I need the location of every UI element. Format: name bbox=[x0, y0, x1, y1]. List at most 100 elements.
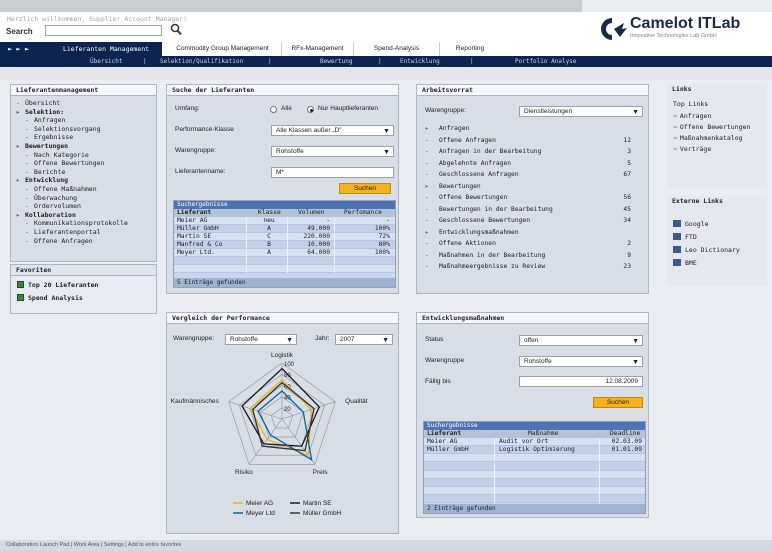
table-row[interactable] bbox=[424, 495, 645, 504]
cell-volume: 64.000 bbox=[307, 249, 330, 256]
table-row[interactable] bbox=[174, 265, 395, 273]
arrow-icon: ⇒ bbox=[673, 145, 677, 153]
sidebar-item[interactable]: - Ergebnisse bbox=[25, 133, 73, 141]
table-row[interactable]: Manfred & Co B 10.000 80% bbox=[174, 241, 395, 249]
top-link[interactable]: ⇒ Maßnahmenkatalog bbox=[673, 134, 743, 142]
sidebar-item[interactable]: ▸ Selektion: bbox=[16, 108, 64, 116]
external-link[interactable]: FTD bbox=[673, 233, 697, 241]
workload-count: 56 bbox=[623, 194, 631, 201]
workload-warengruppe-select[interactable]: Dienstleistungen ▼ bbox=[519, 106, 643, 117]
sidebar-item[interactable]: ▸ Entwicklung bbox=[16, 176, 68, 184]
table-row[interactable] bbox=[174, 257, 395, 265]
search-icon[interactable] bbox=[170, 23, 182, 36]
radio-main-suppliers[interactable] bbox=[307, 106, 314, 113]
arrow-icon: ⇒ bbox=[673, 134, 677, 142]
favorite-item[interactable]: Top 20 Lieferanten bbox=[17, 281, 98, 289]
warengruppe-select[interactable]: Rohstoffe ▼ bbox=[271, 146, 394, 157]
dev-search-button[interactable]: Suchen bbox=[593, 397, 643, 408]
workload-section[interactable]: ▸ Anfragen bbox=[425, 125, 469, 132]
subnav-portfolio[interactable]: Portfolio Analyse bbox=[515, 56, 576, 67]
tab-spend-analysis[interactable]: Spend-Analysis bbox=[354, 42, 440, 56]
table-row[interactable]: Meier AG Audit vor Ort 02.03.09 bbox=[424, 438, 645, 446]
table-row[interactable] bbox=[424, 479, 645, 487]
faellig-input[interactable]: 12.08.2009 bbox=[519, 376, 643, 387]
workload-item[interactable]: - Bewertungen in der Bearbeitung bbox=[425, 206, 553, 213]
table-row[interactable] bbox=[424, 454, 645, 463]
sidebar-item[interactable]: ▸ Bewertungen bbox=[16, 142, 68, 150]
jahr-select[interactable]: 2007 ▼ bbox=[335, 334, 393, 345]
sidebar-item[interactable]: - Lieferantenportal bbox=[25, 228, 101, 236]
favorite-item[interactable]: Spend Analysis bbox=[17, 294, 83, 302]
umfang-label: Umfang: bbox=[175, 105, 200, 112]
camelot-logo-icon bbox=[601, 18, 627, 40]
radio-all[interactable] bbox=[270, 106, 277, 113]
sidebar-item[interactable]: - Ordervolumen bbox=[25, 202, 81, 210]
workload-count: 23 bbox=[623, 263, 631, 270]
header: Herzlich willkommen, Supplier Account Ma… bbox=[0, 12, 772, 42]
table-row[interactable]: Müller GmbH A 49.000 100% bbox=[174, 225, 395, 233]
dev-warengruppe-select[interactable]: Rohstoffe ▼ bbox=[519, 356, 643, 367]
table-row[interactable] bbox=[424, 487, 645, 496]
sidebar-item[interactable]: - Berichte bbox=[25, 168, 65, 176]
table-row[interactable] bbox=[424, 462, 645, 471]
top-link[interactable]: ⇒ Anfragen bbox=[673, 112, 711, 120]
cell-performance: 100% bbox=[374, 225, 390, 232]
toolbar-strip bbox=[0, 67, 772, 80]
search-button[interactable]: Suchen bbox=[339, 183, 391, 194]
sidebar-item[interactable]: - Kommunikationsprotokolle bbox=[25, 219, 128, 227]
cell-supplier: Meier AG bbox=[177, 217, 208, 224]
sidebar-item[interactable]: - Offene Anfragen bbox=[25, 237, 93, 245]
sidebar-item[interactable]: - Anfragen bbox=[25, 116, 65, 124]
sidebar-item[interactable]: - Übersicht bbox=[16, 99, 60, 107]
status-select[interactable]: offen ▼ bbox=[519, 335, 643, 346]
external-link[interactable]: BME bbox=[673, 259, 697, 267]
workload-count: 45 bbox=[623, 205, 631, 213]
workload-item[interactable]: - Offene Aktionen bbox=[425, 240, 496, 247]
top-link[interactable]: ⇒ Verträge bbox=[673, 145, 711, 153]
tab-reporting[interactable]: Reporting bbox=[440, 42, 500, 56]
tab-commodity-group[interactable]: Commodity Group Management bbox=[164, 42, 282, 56]
workload-item[interactable]: - Offene Bewertungen bbox=[425, 194, 507, 201]
table-row[interactable]: Martin SE C 220.000 72% bbox=[174, 233, 395, 241]
performance-select[interactable]: Alle Klassen außer „D" ▼ bbox=[271, 125, 394, 136]
tab-rfx[interactable]: RFx-Management bbox=[282, 42, 354, 56]
external-link[interactable]: Google bbox=[673, 220, 708, 228]
brand-name: Camelot ITLab bbox=[630, 15, 741, 32]
search-input[interactable] bbox=[45, 25, 162, 36]
workload-item[interactable]: - Offene Anfragen bbox=[425, 137, 496, 144]
supplier-name-input[interactable]: M* bbox=[271, 167, 394, 178]
tab-lieferanten-management[interactable]: Lieferanten Management bbox=[50, 42, 162, 56]
workload-section[interactable]: ▸ Bewertungen bbox=[425, 183, 481, 190]
workload-item[interactable]: - Geschlossene Bewertungen bbox=[425, 217, 530, 224]
table-row[interactable]: Meier AG neu - - bbox=[174, 217, 395, 225]
sidebar-item[interactable]: ▸ Kollaboration bbox=[16, 211, 76, 219]
workload-item[interactable]: - Anfragen in der Bearbeitung bbox=[425, 148, 541, 155]
radio-main-label: Nur Hauptlieferanten bbox=[318, 105, 378, 112]
workload-item[interactable]: - Geschlossene Anfragen bbox=[425, 171, 519, 178]
nav-arrows[interactable]: ► ► ► bbox=[0, 42, 50, 56]
table-row[interactable] bbox=[424, 470, 645, 479]
workload-item[interactable]: - Maßnahmeergebnisse zu Review bbox=[425, 263, 545, 270]
subnav-selektion[interactable]: Selektion/Qualifikation bbox=[160, 56, 243, 67]
workload-item[interactable]: - Abgelehnte Anfragen bbox=[425, 160, 511, 167]
sidebar-item[interactable]: - Offene Maßnahmen bbox=[25, 185, 97, 193]
external-link[interactable]: Leo Dictionary bbox=[673, 246, 740, 254]
table-row[interactable]: Meyer Ltd. A 64.000 100% bbox=[174, 249, 395, 257]
bullet-icon: - bbox=[425, 263, 429, 270]
bullet-icon: - bbox=[25, 202, 29, 211]
workload-section[interactable]: ▸ Entwicklungsmaßnahmen bbox=[425, 229, 519, 236]
bullet-icon: ▸ bbox=[16, 142, 20, 150]
sidebar-item[interactable]: - Offene Bewertungen bbox=[25, 159, 104, 167]
perf-warengruppe-select[interactable]: Rohstoffe ▼ bbox=[225, 334, 297, 345]
sidebar-item[interactable]: - Nach Kategorie bbox=[25, 151, 89, 159]
table-row[interactable]: Müller GmbH Logistik Optimierung 01.01.09 bbox=[424, 446, 645, 455]
workload-title: Arbeitsvorrat bbox=[417, 85, 648, 96]
subnav-bewertung[interactable]: Bewertung bbox=[320, 56, 353, 67]
top-link[interactable]: ⇒ Offene Bewertungen bbox=[673, 123, 750, 131]
sidebar-item[interactable]: - Überwachung bbox=[25, 194, 77, 202]
sidebar-item[interactable]: - Selektionsvorgang bbox=[25, 125, 101, 133]
subnav-uebersicht[interactable]: Übersicht bbox=[90, 56, 123, 67]
subnav-entwicklung[interactable]: Entwicklung bbox=[400, 56, 440, 67]
workload-item[interactable]: - Maßnahmen in der Bearbeitung bbox=[425, 252, 545, 259]
cell-supplier: Martin SE bbox=[177, 233, 212, 240]
